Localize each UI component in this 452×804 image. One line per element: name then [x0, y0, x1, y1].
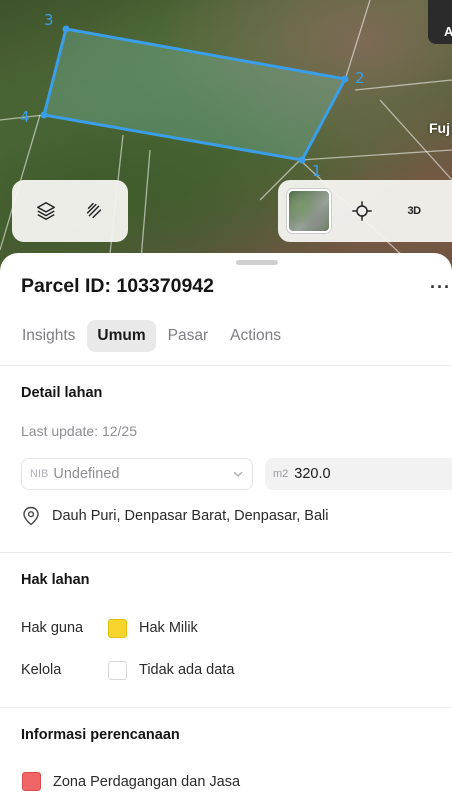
area-value: 320.0 — [294, 466, 331, 482]
vertex-label-3: 3 — [44, 11, 54, 29]
section-divider — [0, 707, 452, 708]
hak-guna-swatch — [108, 619, 127, 638]
kelola-swatch — [108, 661, 127, 680]
vertex-label-4: 4 — [20, 108, 30, 126]
hak-guna-label: Hak guna — [21, 620, 84, 636]
tab-bar: Insights Umum Pasar Actions — [12, 320, 293, 352]
section-divider — [0, 365, 452, 366]
location-text: Dauh Puri, Denpasar Barat, Denpasar, Bal… — [52, 508, 329, 524]
vertex-label-2: 2 — [355, 69, 365, 87]
sheet-drag-handle[interactable] — [236, 260, 278, 265]
zone-swatch — [22, 772, 41, 791]
tab-pasar[interactable]: Pasar — [158, 320, 219, 352]
area-field[interactable]: m2 320.0 — [265, 458, 452, 490]
section-heading-detail-lahan: Detail lahan — [21, 385, 103, 401]
parcel-detail-sheet: Parcel ID: 103370942 ··· Insights Umum P… — [0, 253, 452, 804]
section-heading-hak-lahan: Hak lahan — [21, 572, 90, 588]
page-title: Parcel ID: 103370942 — [21, 275, 214, 297]
nib-value: Undefined — [53, 466, 120, 482]
more-options-button[interactable]: ··· — [430, 277, 451, 298]
route-icon — [86, 202, 102, 219]
kelola-label: Kelola — [21, 662, 62, 678]
section-divider — [0, 552, 452, 553]
chevron-down-icon — [233, 471, 243, 477]
last-update-text: Last update: 12/25 — [21, 423, 137, 439]
satellite-basemap-toggle[interactable] — [287, 189, 331, 233]
crosshair-icon — [352, 201, 372, 221]
parcel-polygon — [42, 27, 347, 162]
toggle-3d-button[interactable]: 3D — [393, 190, 435, 232]
hak-guna-value: Hak Milik — [139, 620, 198, 636]
map-corner-chip-label: A — [444, 24, 452, 39]
layers-icon — [37, 202, 55, 220]
nib-select[interactable]: NIB Undefined — [21, 458, 253, 490]
map-tools-right: 3D — [278, 180, 452, 242]
vertex-label-1: 1 — [312, 162, 322, 180]
map-view[interactable]: 1 2 3 4 A Fuj 3D — [0, 0, 452, 272]
location-pin-icon — [23, 506, 39, 526]
location-row: Dauh Puri, Denpasar Barat, Denpasar, Bal… — [22, 506, 328, 526]
kelola-value: Tidak ada data — [139, 662, 235, 678]
nib-prefix: NIB — [30, 468, 49, 480]
draw-route-button[interactable] — [73, 190, 115, 232]
map-corner-chip[interactable]: A — [428, 0, 452, 44]
locate-me-button[interactable] — [341, 190, 383, 232]
zone-label: Zona Perdagangan dan Jasa — [53, 774, 241, 790]
area-unit: m2 — [273, 468, 289, 480]
map-place-label: Fuj — [429, 120, 450, 136]
layers-button[interactable] — [25, 190, 67, 232]
tab-umum[interactable]: Umum — [87, 320, 156, 352]
map-tools-left — [12, 180, 128, 242]
toggle-3d-label: 3D — [407, 205, 421, 217]
tab-insights[interactable]: Insights — [12, 320, 85, 352]
section-heading-informasi-perencanaan: Informasi perencanaan — [21, 727, 180, 743]
tab-actions[interactable]: Actions — [220, 320, 291, 352]
